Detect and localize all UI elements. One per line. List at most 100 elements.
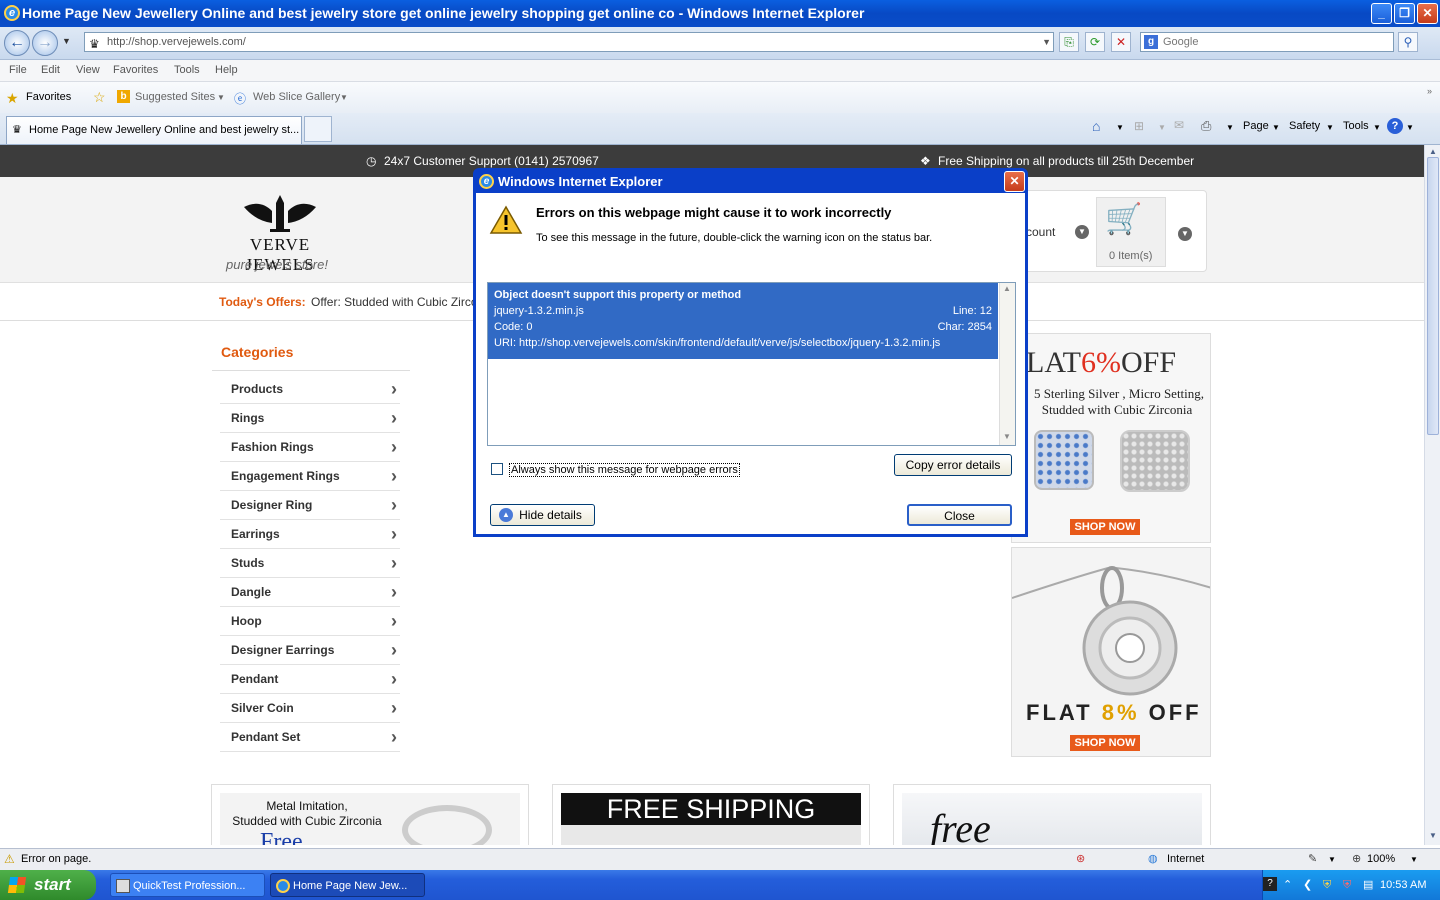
category-item[interactable]: Dangle › — [220, 578, 400, 607]
protected-dropdown-icon[interactable]: ▼ — [1328, 855, 1336, 864]
back-tray-icon[interactable]: ❮ — [1303, 870, 1312, 900]
search-input[interactable]: g Google — [1140, 32, 1394, 52]
favorites-button[interactable]: Favorites — [26, 91, 71, 103]
chevron-more-icon[interactable]: » — [1427, 86, 1432, 96]
web-slice-dropdown-icon[interactable]: ▼ — [340, 93, 348, 102]
category-item[interactable]: Pendant Set › — [220, 723, 400, 752]
security-alert-icon[interactable]: ⛨ — [1343, 870, 1351, 900]
always-show-label[interactable]: Always show this message for webpage err… — [509, 463, 740, 477]
address-dropdown-icon[interactable]: ▼ — [1042, 33, 1051, 51]
network-icon[interactable]: ▤ — [1363, 870, 1373, 900]
stop-icon[interactable]: ✕ — [1111, 32, 1131, 52]
copy-error-details-button[interactable]: Copy error details — [894, 454, 1012, 476]
banner1-shop-now[interactable]: SHOP NOW — [1070, 519, 1140, 535]
category-item[interactable]: Earrings › — [220, 520, 400, 549]
print-dropdown-icon[interactable]: ▼ — [1226, 123, 1234, 132]
dialog-close-icon[interactable]: ✕ — [1004, 171, 1025, 192]
category-item[interactable]: Designer Ring › — [220, 491, 400, 520]
category-item[interactable]: Fashion Rings › — [220, 433, 400, 462]
menu-edit[interactable]: Edit — [41, 64, 60, 76]
zoom-icon[interactable]: ⊕ — [1352, 852, 1361, 865]
tab-home-page[interactable]: ♛ Home Page New Jewellery Online and bes… — [6, 116, 302, 144]
error-details-box[interactable]: Object doesn't support this property or … — [487, 282, 1016, 446]
add-favorite-icon[interactable]: ☆ — [93, 89, 106, 106]
zoom-text[interactable]: 100% — [1367, 853, 1395, 865]
hide-details-button[interactable]: ▲ Hide details — [490, 504, 595, 526]
mail-icon[interactable]: ✉ — [1174, 118, 1184, 132]
help-tray-icon[interactable]: ? — [1263, 877, 1277, 891]
suggested-dropdown-icon[interactable]: ▼ — [217, 93, 225, 102]
cart-button[interactable]: 🛒 0 Item(s) — [1096, 197, 1166, 267]
search-button-icon[interactable]: ⚲ — [1398, 32, 1418, 52]
task-quicktest[interactable]: QuickTest Profession... — [110, 873, 265, 897]
close-button[interactable]: Close — [907, 504, 1012, 526]
popup-blocker-icon[interactable]: ⊛ — [1076, 852, 1085, 865]
site-logo[interactable]: Verve Jewels pure jewels store! — [220, 177, 340, 277]
protected-mode-icon[interactable]: ✎ — [1308, 852, 1317, 865]
promo-free[interactable]: free — [893, 784, 1211, 845]
details-scroll-up-icon[interactable]: ▲ — [1003, 284, 1011, 293]
scroll-thumb[interactable] — [1427, 157, 1439, 435]
tray-expand-icon[interactable]: ⌃ — [1283, 870, 1292, 900]
category-item[interactable]: Hoop › — [220, 607, 400, 636]
account-dropdown-icon[interactable]: ▼ — [1075, 225, 1089, 239]
menu-help[interactable]: Help — [215, 64, 238, 76]
window-title-bar[interactable]: e Home Page New Jewellery Online and bes… — [0, 0, 1440, 27]
print-icon[interactable]: ⎙ — [1201, 118, 1211, 134]
clock-time[interactable]: 10:53 AM — [1380, 870, 1426, 900]
compatibility-icon[interactable]: ⎘ — [1059, 32, 1079, 52]
category-item[interactable]: Silver Coin › — [220, 694, 400, 723]
error-entry[interactable]: Object doesn't support this property or … — [488, 283, 998, 359]
back-button[interactable]: ← — [4, 30, 30, 56]
menu-file[interactable]: File — [9, 64, 27, 76]
feeds-dropdown-icon[interactable]: ▼ — [1158, 123, 1166, 132]
category-item[interactable]: Engagement Rings › — [220, 462, 400, 491]
page-dropdown-icon[interactable]: ▼ — [1272, 123, 1280, 132]
account-link[interactable]: count — [1026, 225, 1055, 239]
promo-metal-imitation[interactable]: Metal Imitation, Studded with Cubic Zirc… — [211, 784, 529, 845]
category-item[interactable]: Studs › — [220, 549, 400, 578]
category-item[interactable]: Rings › — [220, 404, 400, 433]
forward-button[interactable]: → — [32, 30, 58, 56]
scroll-down-icon[interactable]: ▼ — [1427, 831, 1439, 843]
restore-button[interactable]: ❐ — [1394, 3, 1415, 24]
cart-dropdown-icon[interactable]: ▼ — [1178, 227, 1192, 241]
offers-text[interactable]: Offer: Studded with Cubic Zirco — [311, 283, 478, 321]
suggested-sites-link[interactable]: Suggested Sites — [135, 91, 215, 103]
vertical-scrollbar[interactable]: ▲ ▼ — [1424, 145, 1440, 845]
menu-favorites[interactable]: Favorites — [113, 64, 158, 76]
tools-menu[interactable]: Tools — [1343, 120, 1369, 132]
home-icon[interactable]: ⌂ — [1092, 118, 1100, 134]
close-window-button[interactable]: ✕ — [1417, 3, 1438, 24]
status-warning-icon[interactable]: ⚠ — [4, 852, 15, 866]
details-scrollbar[interactable]: ▲ ▼ — [999, 283, 1015, 445]
web-slice-gallery-link[interactable]: Web Slice Gallery — [253, 91, 340, 103]
flat-8-banner[interactable]: FLAT 8% OFF SHOP NOW — [1011, 547, 1211, 757]
safety-menu[interactable]: Safety — [1289, 120, 1320, 132]
banner2-shop-now[interactable]: SHOP NOW — [1070, 735, 1140, 751]
help-icon[interactable]: ? — [1387, 118, 1403, 134]
task-internet-explorer[interactable]: Home Page New Jew... — [270, 873, 425, 897]
address-input[interactable]: ♛ http://shop.vervejewels.com/ ▼ — [84, 32, 1054, 52]
menu-view[interactable]: View — [76, 64, 100, 76]
history-dropdown-icon[interactable]: ▼ — [62, 36, 71, 46]
promo-free-shipping[interactable]: FREE SHIPPING — [552, 784, 870, 845]
category-item[interactable]: Products › — [220, 375, 400, 404]
shield-icon[interactable]: ⛨ — [1323, 870, 1331, 900]
home-dropdown-icon[interactable]: ▼ — [1116, 123, 1124, 132]
refresh-icon[interactable]: ⟳ — [1085, 32, 1105, 52]
dialog-title-bar[interactable]: e Windows Internet Explorer ✕ — [476, 171, 1025, 193]
new-tab-button[interactable] — [304, 116, 332, 142]
safety-dropdown-icon[interactable]: ▼ — [1326, 123, 1334, 132]
feeds-icon[interactable]: ⊞ — [1134, 119, 1144, 133]
status-text[interactable]: Error on page. — [21, 853, 91, 865]
page-menu[interactable]: Page — [1243, 120, 1269, 132]
category-item[interactable]: Designer Earrings › — [220, 636, 400, 665]
start-button[interactable]: start — [0, 870, 96, 900]
zoom-dropdown-icon[interactable]: ▼ — [1410, 855, 1418, 864]
always-show-checkbox[interactable] — [491, 463, 503, 475]
flat-6-banner[interactable]: LAT6%OFF 5 Sterling Silver , Micro Setti… — [1011, 333, 1211, 543]
tools-dropdown-icon[interactable]: ▼ — [1373, 123, 1381, 132]
category-item[interactable]: Pendant › — [220, 665, 400, 694]
minimize-button[interactable]: _ — [1371, 3, 1392, 24]
